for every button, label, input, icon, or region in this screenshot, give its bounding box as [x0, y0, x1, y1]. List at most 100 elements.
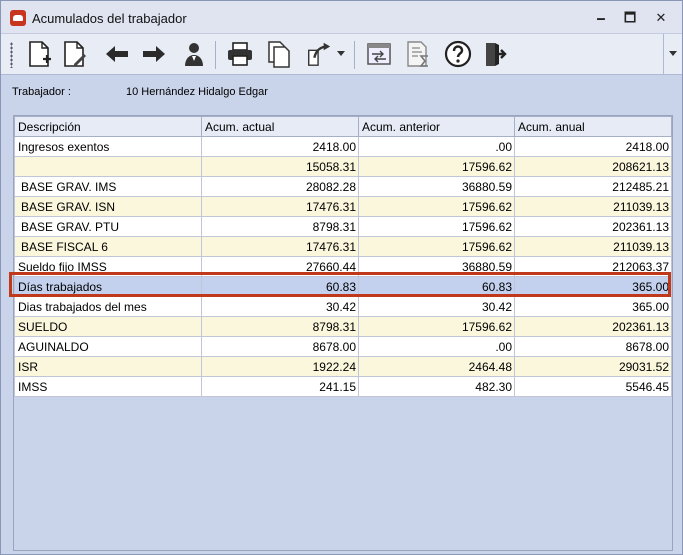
cell-acum-anual: 212485.21 [514, 176, 672, 197]
cell-acum-anual: 29031.52 [514, 356, 672, 377]
arrow-left-icon [106, 46, 128, 62]
column-header-acum-actual[interactable]: Acum. actual [201, 116, 359, 137]
cell-acum-actual: 30.42 [201, 296, 359, 317]
cell-acum-anual: 365.00 [514, 296, 672, 317]
export-button[interactable] [305, 39, 333, 69]
cell-acum-anual: 202361.13 [514, 316, 672, 337]
cell-description: Dias trabajados del mes [14, 296, 202, 317]
table-row[interactable]: BASE GRAV. IMS 28082.28 36880.59 212485.21 [14, 176, 672, 197]
window-title: Acumulados del trabajador [32, 11, 187, 26]
transfer-button[interactable] [365, 39, 393, 69]
chevron-down-icon [337, 51, 345, 56]
cell-description: IMSS [14, 376, 202, 397]
cell-acum-actual: 8798.31 [201, 316, 359, 337]
cell-acum-actual: 2418.00 [201, 136, 359, 157]
worker-button[interactable] [180, 39, 208, 69]
new-document-icon [29, 41, 51, 67]
copy-icon [268, 41, 290, 68]
cell-acum-anterior: 30.42 [358, 296, 515, 317]
chevron-down-icon [669, 51, 677, 56]
table-row[interactable]: BASE GRAV. ISN 17476.31 17596.62 211039.13 [14, 196, 672, 217]
cell-acum-anterior: 482.30 [358, 376, 515, 397]
worker-bar: Trabajador : 10 Hernández Hidalgo Edgar [1, 75, 682, 109]
table-row[interactable]: BASE FISCAL 6 17476.31 17596.62 211039.13 [14, 236, 672, 257]
exit-button[interactable] [482, 39, 510, 69]
cell-acum-anterior: 17596.62 [358, 216, 515, 237]
table-row[interactable]: Dias trabajados del mes 30.42 30.42 365.00 [14, 296, 672, 317]
cell-acum-anual: 8678.00 [514, 336, 672, 357]
export-arrow-icon [308, 42, 331, 66]
help-icon [444, 40, 472, 68]
cell-acum-actual: 8798.31 [201, 216, 359, 237]
exit-door-icon [486, 43, 507, 66]
person-icon [185, 43, 203, 66]
cell-acum-anterior: 17596.62 [358, 196, 515, 217]
worker-label: Trabajador : [12, 86, 71, 98]
close-button[interactable]: ✕ [649, 7, 673, 29]
toolbar-separator [354, 41, 355, 69]
window: Acumulados del trabajador 🗕 🗖 ✕ Trabajad… [0, 0, 683, 555]
next-button[interactable] [140, 39, 168, 69]
print-icon [228, 42, 252, 66]
table-header-row: Descripción Acum. actual Acum. anterior … [14, 116, 672, 137]
column-header-descripcion[interactable]: Descripción [14, 116, 202, 137]
accumulates-grid[interactable]: Descripción Acum. actual Acum. anterior … [13, 115, 673, 551]
cell-acum-anual: 208621.13 [514, 156, 672, 177]
edit-document-icon [64, 41, 86, 67]
totals-button[interactable] [404, 39, 432, 69]
table-row[interactable]: 15058.31 17596.62 208621.13 [14, 156, 672, 177]
arrow-right-icon [143, 46, 165, 62]
cell-acum-actual: 8678.00 [201, 336, 359, 357]
cell-acum-actual: 28082.28 [201, 176, 359, 197]
minimize-button[interactable]: 🗕 [589, 7, 613, 29]
cell-acum-anterior: 2464.48 [358, 356, 515, 377]
toolbar-grip[interactable] [10, 42, 13, 68]
column-header-acum-anterior[interactable]: Acum. anterior [358, 116, 515, 137]
cell-acum-anterior: .00 [358, 336, 515, 357]
column-header-acum-anual[interactable]: Acum. anual [514, 116, 672, 137]
accumulates-table: Descripción Acum. actual Acum. anterior … [14, 116, 672, 397]
cell-acum-anual: 211039.13 [514, 196, 672, 217]
worker-name: 10 Hernández Hidalgo Edgar [126, 86, 268, 98]
cell-description [14, 156, 202, 177]
table-row[interactable]: ISR 1922.24 2464.48 29031.52 [14, 356, 672, 377]
cell-acum-actual: 15058.31 [201, 156, 359, 177]
cell-acum-actual: 17476.31 [201, 196, 359, 217]
table-row[interactable]: AGUINALDO 8678.00.00 8678.00 [14, 336, 672, 357]
edit-document-button[interactable] [61, 39, 89, 69]
cell-description: Ingresos exentos [14, 136, 202, 157]
cell-acum-actual: 17476.31 [201, 236, 359, 257]
table-row[interactable]: IMSS 241.15 482.30 5546.45 [14, 376, 672, 397]
print-button[interactable] [226, 39, 254, 69]
toolbar-separator [215, 41, 216, 69]
copy-button[interactable] [265, 39, 293, 69]
toolbar-overflow-button[interactable] [663, 34, 682, 74]
cell-description: AGUINALDO [14, 336, 202, 357]
title-bar: Acumulados del trabajador 🗕 🗖 ✕ [1, 1, 682, 33]
document-sum-icon [407, 41, 428, 67]
cell-acum-anual: 211039.13 [514, 236, 672, 257]
cell-acum-actual: 241.15 [201, 376, 359, 397]
previous-button[interactable] [103, 39, 131, 69]
cell-acum-anterior: .00 [358, 136, 515, 157]
help-button[interactable] [444, 39, 472, 69]
cell-description: ISR [14, 356, 202, 377]
cell-description: BASE GRAV. IMS [14, 176, 202, 197]
table-row[interactable]: BASE GRAV. PTU 8798.31 17596.62 202361.13 [14, 216, 672, 237]
cell-description: BASE GRAV. ISN [14, 196, 202, 217]
toolbar [1, 33, 682, 75]
table-row[interactable]: Ingresos exentos 2418.00.00 2418.00 [14, 136, 672, 157]
new-document-button[interactable] [26, 39, 54, 69]
selected-row-highlight [9, 272, 671, 297]
cell-description: BASE FISCAL 6 [14, 236, 202, 257]
table-row[interactable]: SUELDO 8798.31 17596.62 202361.13 [14, 316, 672, 337]
export-dropdown[interactable] [334, 39, 348, 69]
maximize-button[interactable]: 🗖 [618, 7, 642, 29]
cell-acum-anual: 2418.00 [514, 136, 672, 157]
cell-acum-anterior: 17596.62 [358, 156, 515, 177]
cell-acum-anual: 5546.45 [514, 376, 672, 397]
cell-acum-anterior: 17596.62 [358, 316, 515, 337]
app-people-icon [10, 10, 26, 26]
cell-acum-anterior: 17596.62 [358, 236, 515, 257]
window-transfer-icon [367, 43, 391, 65]
